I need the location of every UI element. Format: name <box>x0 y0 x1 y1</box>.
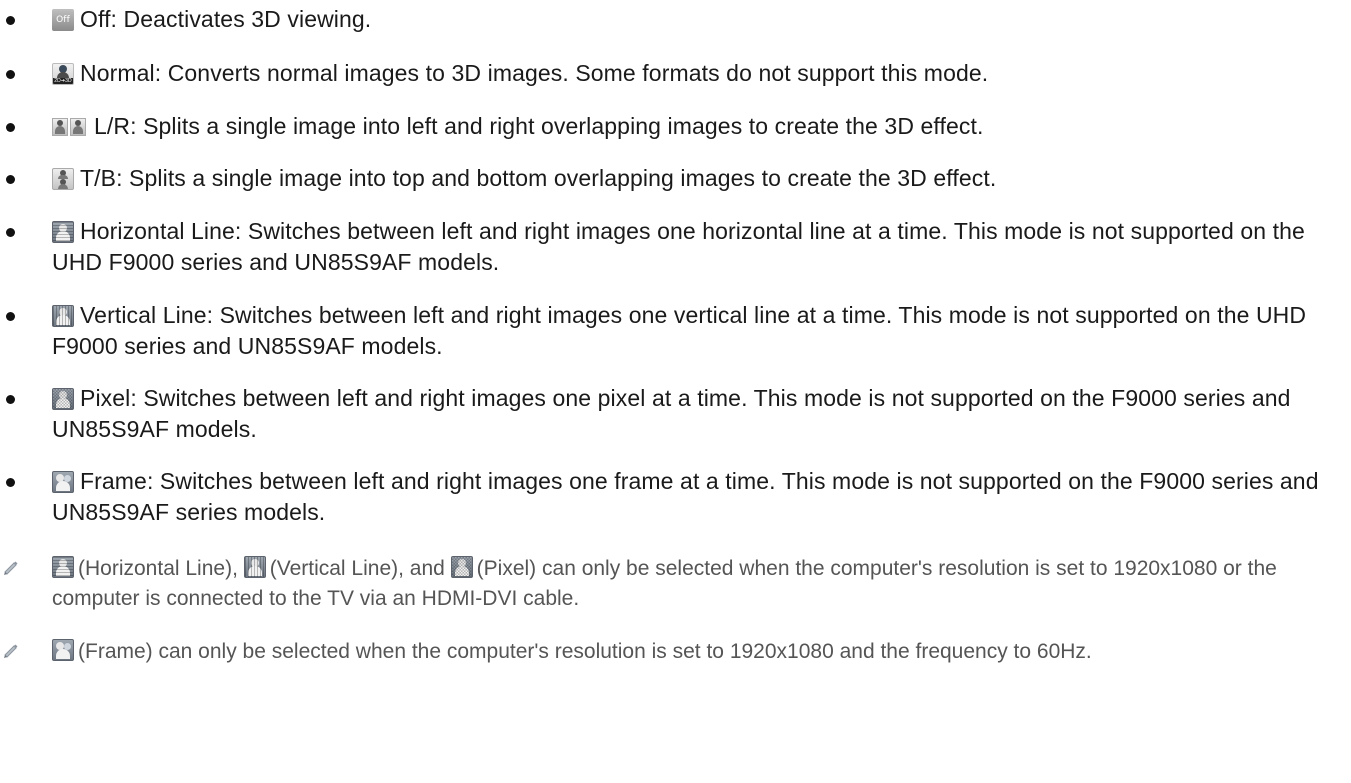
note-text: (Vertical Line), and <box>269 557 451 580</box>
note-text: (Frame) can only be selected when the co… <box>78 640 1092 663</box>
bullet <box>6 478 15 487</box>
item-text: Pixel: Switches between left and right i… <box>52 385 1291 442</box>
pixel-icon <box>52 388 74 410</box>
off-mode-icon: Off <box>52 9 74 31</box>
item-text: Frame: Switches between left and right i… <box>52 468 1319 525</box>
item-text: Off: Deactivates 3D viewing. <box>80 6 372 32</box>
pencil-icon <box>4 561 18 575</box>
bullet <box>6 16 15 25</box>
frame-icon <box>52 639 74 661</box>
bullet <box>6 70 15 79</box>
item-text: Horizontal Line: Switches between left a… <box>52 218 1305 275</box>
item-text: Vertical Line: Switches between left and… <box>52 302 1307 359</box>
bullet <box>6 175 15 184</box>
vertical-line-icon <box>243 556 266 578</box>
bullet <box>6 228 15 237</box>
pencil-icon <box>4 644 18 658</box>
horizontal-line-icon <box>52 221 74 243</box>
note-text: (Horizontal Line), <box>78 557 244 580</box>
item-text: Normal: Converts normal images to 3D ima… <box>80 60 989 86</box>
item-text: L/R: Splits a single image into left and… <box>94 113 984 139</box>
normal-2d-to-3d-icon: 2D➔3D <box>52 63 74 85</box>
horizontal-line-icon <box>52 556 74 578</box>
vertical-line-icon <box>52 305 74 327</box>
bullet <box>6 123 15 132</box>
bullet <box>6 395 15 404</box>
frame-icon <box>52 471 74 493</box>
pixel-icon <box>450 556 473 578</box>
bullet <box>6 312 15 321</box>
top-bottom-icon <box>52 168 74 190</box>
item-text: T/B: Splits a single image into top and … <box>80 165 997 191</box>
left-right-icon <box>52 116 88 138</box>
